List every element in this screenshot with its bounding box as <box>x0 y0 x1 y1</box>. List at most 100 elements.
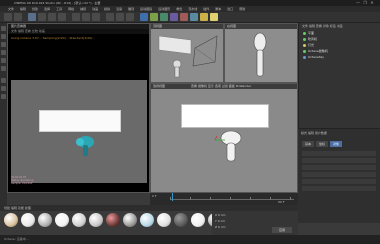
rotate-icon[interactable] <box>58 13 66 21</box>
viewport-right-label[interactable]: 右视图 <box>225 24 297 29</box>
pen-icon[interactable] <box>150 13 158 21</box>
timeline-playhead[interactable] <box>172 193 173 201</box>
timeline-tick <box>270 197 271 200</box>
timeline-tick <box>190 197 191 200</box>
timeline-tick <box>210 197 211 200</box>
hairdryer-render <box>76 136 94 156</box>
model-mode-icon[interactable] <box>1 34 6 39</box>
edges-mode-icon[interactable] <box>1 58 6 63</box>
object-manager: 文件 编辑 查看 对象 标签 书签 平面 吹风机 灯光 Octane摄像机 Oc… <box>298 23 380 128</box>
floor-icon[interactable] <box>190 13 198 21</box>
apply-button[interactable]: 应用 <box>272 227 292 233</box>
tab-object[interactable]: 对象 <box>330 141 343 147</box>
object-row[interactable]: 灯光 <box>303 43 377 48</box>
subdivision-icon[interactable] <box>160 13 168 21</box>
material-swatch[interactable] <box>140 213 154 227</box>
timeline-tick <box>250 197 251 200</box>
material-swatch[interactable] <box>123 213 137 227</box>
live-select-icon[interactable] <box>28 13 36 21</box>
material-swatch[interactable] <box>38 213 52 227</box>
scale-icon[interactable] <box>48 13 56 21</box>
points-mode-icon[interactable] <box>1 50 6 55</box>
object-name: 平面 <box>308 31 315 35</box>
attribute-field[interactable] <box>302 186 376 191</box>
coord-z-field[interactable]: Z 0 cm <box>215 225 225 229</box>
timeline-tick <box>230 197 231 200</box>
x-axis-icon[interactable] <box>72 13 80 21</box>
snap-icon[interactable] <box>1 86 6 91</box>
tab-coord[interactable]: 坐标 <box>316 141 329 147</box>
attribute-field[interactable] <box>302 158 376 163</box>
attribute-field[interactable] <box>302 151 376 156</box>
timeline-start: 0 F <box>152 194 157 198</box>
timeline-tick <box>170 197 171 200</box>
picture-viewer-menu[interactable]: 文件 编辑 查看 比较 动画 <box>8 29 149 34</box>
object-name: 灯光 <box>308 43 315 47</box>
undo-icon[interactable] <box>4 13 12 21</box>
timeline-ruler[interactable] <box>170 195 294 200</box>
material-swatch[interactable] <box>157 213 171 227</box>
attribute-manager-menu[interactable]: 模式 编辑 用户数据 <box>301 131 327 136</box>
visibility-dot-icon[interactable] <box>303 37 306 41</box>
visibility-dot-icon[interactable] <box>303 43 306 47</box>
viewport-right[interactable]: 右视图 <box>224 23 298 83</box>
array-icon[interactable] <box>170 13 178 21</box>
y-axis-icon[interactable] <box>82 13 90 21</box>
axis-mode-icon[interactable] <box>1 78 6 83</box>
hairdryer-object[interactable] <box>211 126 251 166</box>
render-settings-icon[interactable] <box>126 13 134 21</box>
coord-y-field[interactable]: Y 0 cm <box>215 219 225 223</box>
render-view-icon[interactable] <box>106 13 114 21</box>
material-swatch[interactable] <box>55 213 69 227</box>
object-name: 吹风机 <box>308 37 318 41</box>
object-row[interactable]: OctaneSky <box>303 55 377 60</box>
texture-mode-icon[interactable] <box>1 42 6 47</box>
cube-icon[interactable] <box>140 13 148 21</box>
visibility-dot-icon[interactable] <box>303 31 306 35</box>
workplane-icon[interactable] <box>1 94 6 99</box>
render-preview <box>11 80 147 183</box>
attribute-field[interactable] <box>302 172 376 177</box>
object-name: Octane摄像机 <box>308 49 328 53</box>
material-swatch[interactable] <box>191 213 205 227</box>
material-swatch[interactable] <box>4 213 18 227</box>
render-picture-viewer-icon[interactable] <box>116 13 124 21</box>
material-swatch[interactable] <box>21 213 35 227</box>
object-manager-menu[interactable]: 文件 编辑 查看 对象 标签 书签 <box>302 24 343 29</box>
object-row[interactable]: 吹风机 <box>303 37 377 42</box>
object-name: OctaneSky <box>308 55 325 59</box>
object-row[interactable]: 平面 <box>303 31 377 36</box>
timeline-tick <box>290 197 291 200</box>
attribute-manager: 模式 编辑 用户数据 基本 坐标 对象 <box>298 128 380 223</box>
material-swatch[interactable] <box>72 213 86 227</box>
coord-x-field[interactable]: X 0 cm <box>215 213 225 217</box>
object-row[interactable]: Octane摄像机 <box>303 49 377 54</box>
make-editable-icon[interactable] <box>1 26 6 31</box>
z-axis-icon[interactable] <box>92 13 100 21</box>
light-icon[interactable] <box>210 13 218 21</box>
render-stats: 00:00:04 RT Status: Rendering Sample: 20… <box>11 176 71 185</box>
camera-icon[interactable] <box>200 13 208 21</box>
picture-viewer-window: 图片查看器 文件 编辑 查看 比较 动画 Using Octane 3.07..… <box>7 23 150 193</box>
white-plane-object[interactable] <box>181 104 269 128</box>
redo-icon[interactable] <box>14 13 22 21</box>
timeline[interactable]: 0 F 90 F <box>150 193 298 205</box>
render-caption: Using Octane 3.07... Sampling(2/20)... S… <box>11 36 96 40</box>
polygons-mode-icon[interactable] <box>1 66 6 71</box>
attribute-field[interactable] <box>302 165 376 170</box>
material-swatch[interactable] <box>106 213 120 227</box>
move-icon[interactable] <box>38 13 46 21</box>
deformer-icon[interactable] <box>180 13 188 21</box>
attribute-field[interactable] <box>302 179 376 184</box>
white-plane-render <box>39 110 121 132</box>
visibility-dot-icon[interactable] <box>303 55 306 59</box>
render-samples: Sample: 20/1000 <box>11 182 33 185</box>
viewport-top[interactable]: 顶视图 <box>150 23 224 83</box>
material-swatch[interactable] <box>174 213 188 227</box>
material-swatch[interactable] <box>89 213 103 227</box>
visibility-dot-icon[interactable] <box>303 49 306 53</box>
tab-basic[interactable]: 基本 <box>302 141 315 147</box>
viewport-perspective[interactable]: 透视视图 查看 摄像机 显示 选项 过滤 面板 ProRender <box>150 83 298 193</box>
viewport-top-label[interactable]: 顶视图 <box>151 24 223 29</box>
viewport-menu[interactable]: 查看 摄像机 显示 选项 过滤 面板 ProRender <box>191 84 251 89</box>
